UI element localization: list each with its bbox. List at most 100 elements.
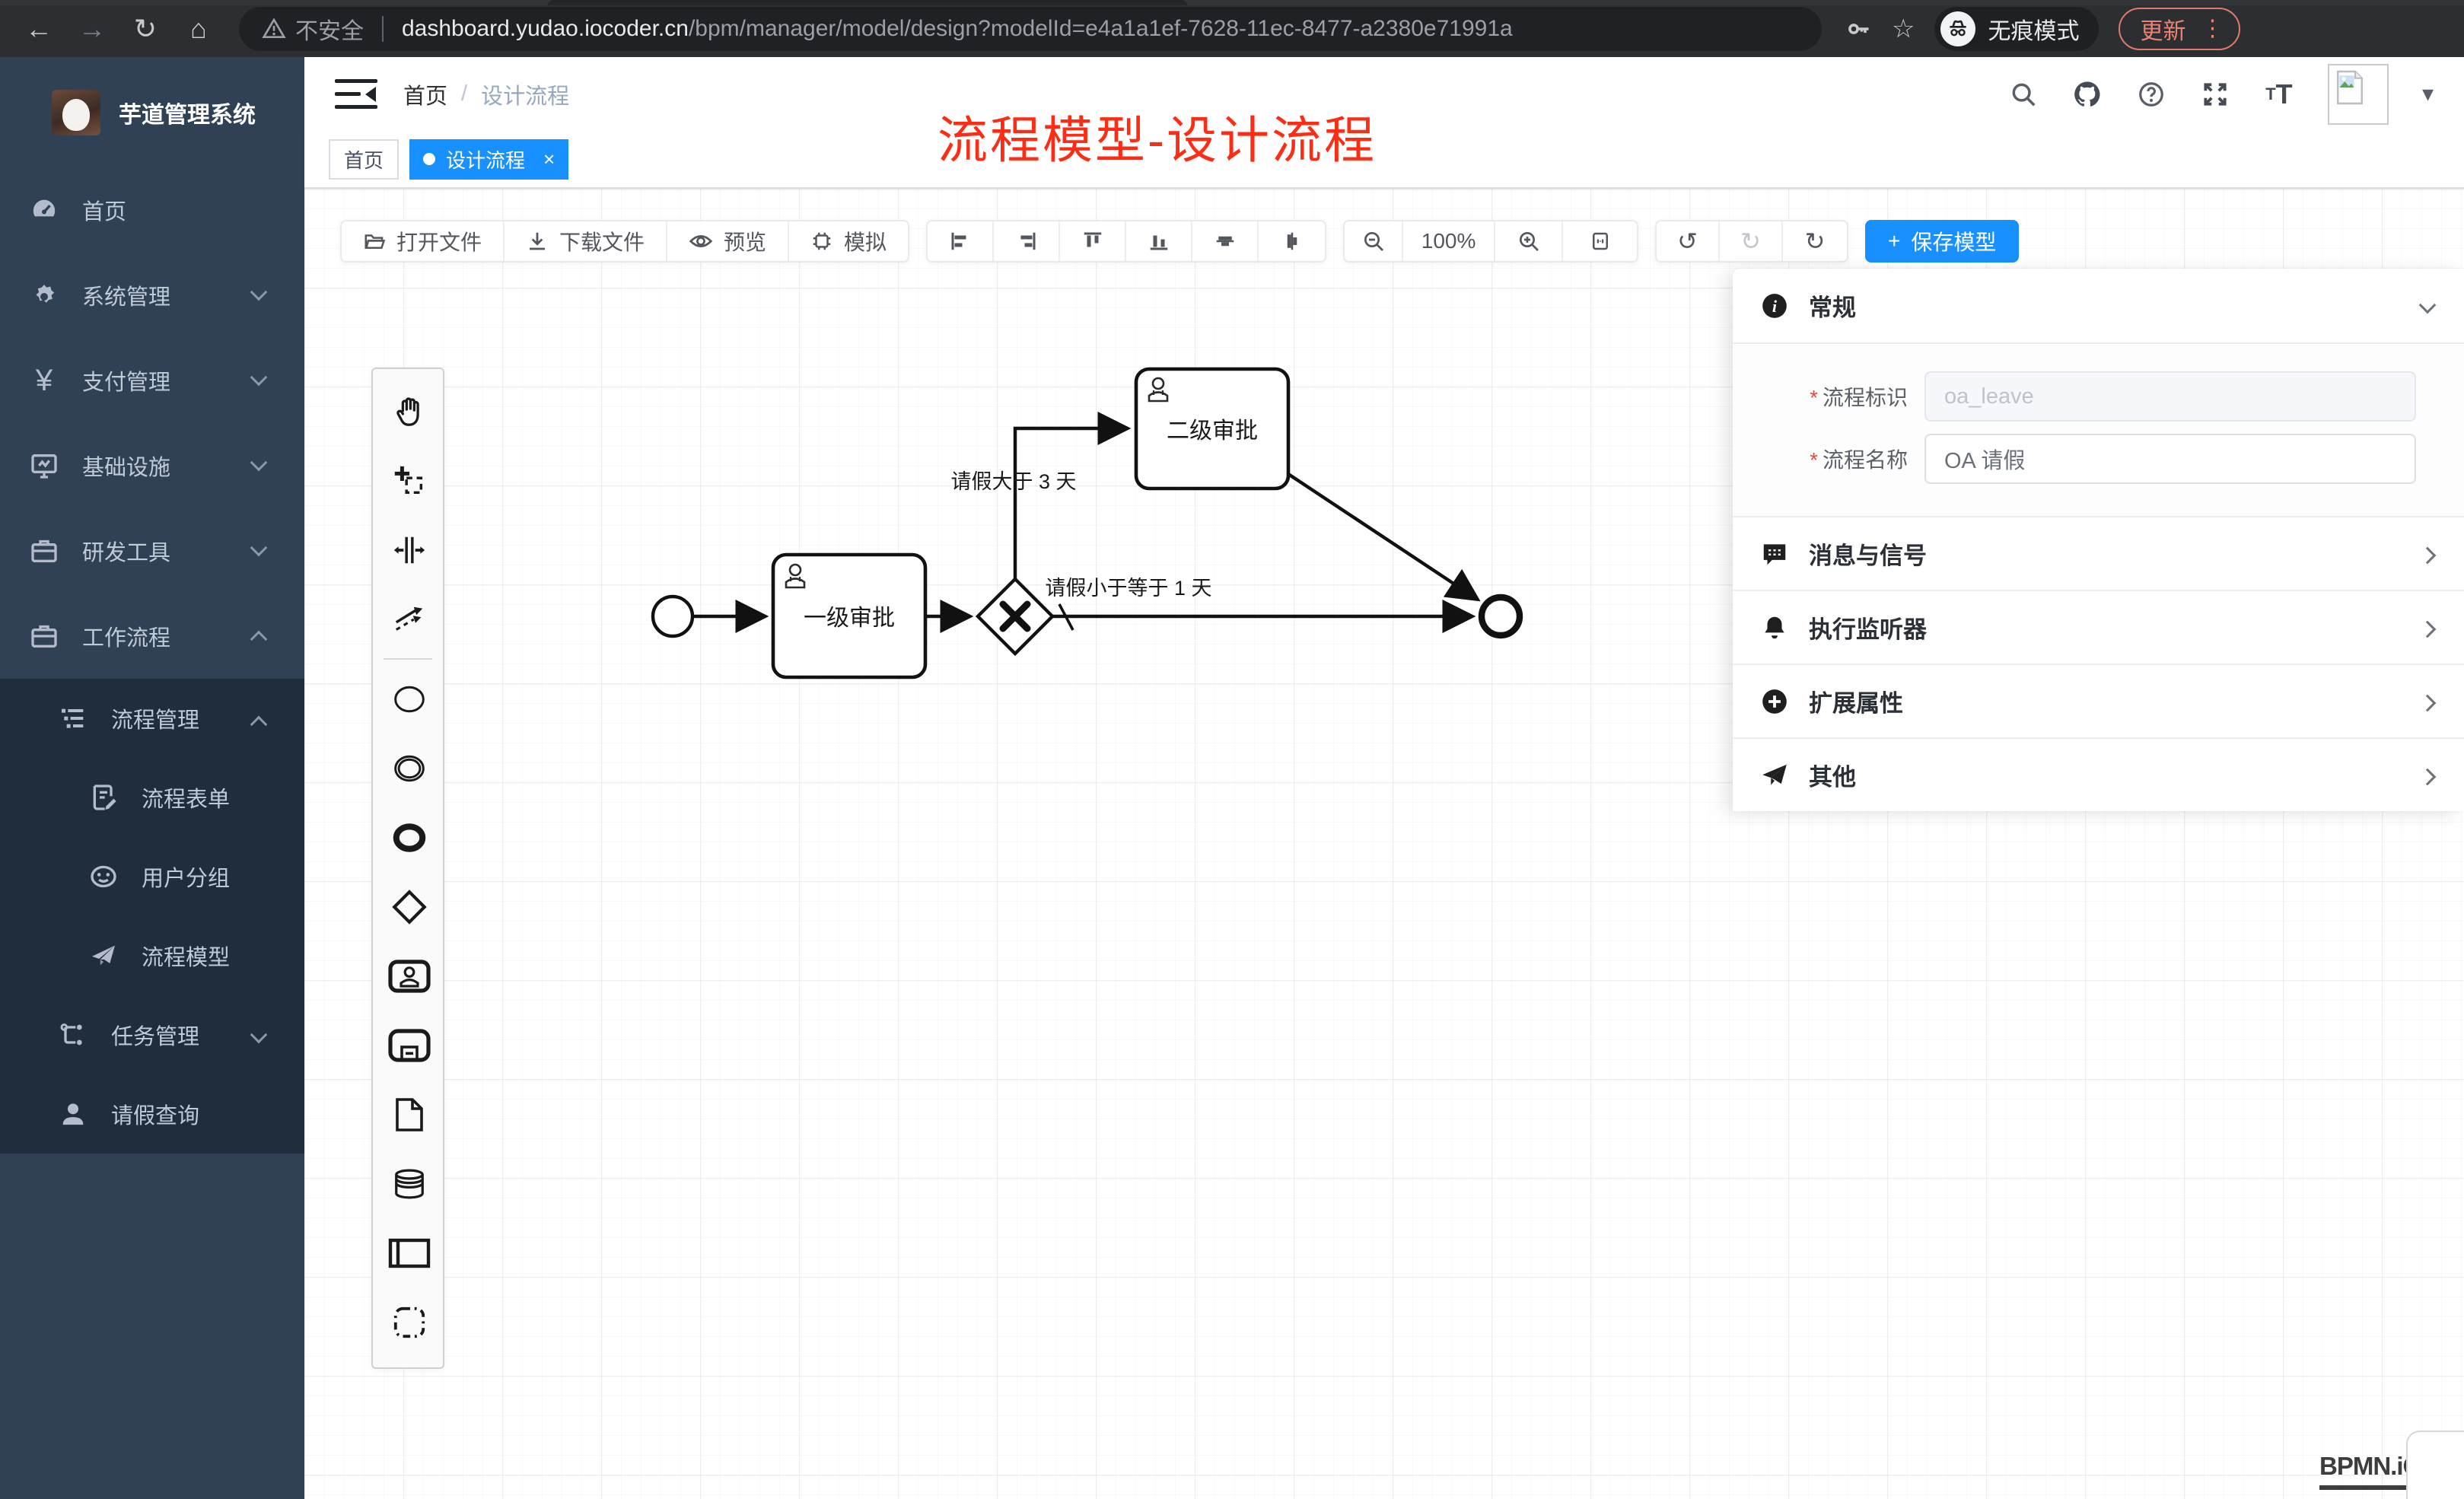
align-left-button[interactable]	[928, 221, 994, 261]
user-task-tool[interactable]	[373, 941, 446, 1010]
avatar-dropdown-icon[interactable]: ▾	[2422, 81, 2434, 107]
sidebar-item-task-mgmt[interactable]: 任务管理	[0, 995, 304, 1074]
section-execution-listener[interactable]: 执行监听器	[1733, 590, 2464, 664]
bookmark-star-icon[interactable]: ☆	[1892, 14, 1915, 44]
sidebar-item-infra[interactable]: 基础设施	[0, 423, 304, 508]
zoom-out-button[interactable]	[1345, 221, 1403, 261]
tab-design-process[interactable]: 设计流程 ×	[409, 139, 568, 180]
chevron-down-icon	[250, 369, 268, 387]
svg-text:i: i	[1772, 296, 1778, 315]
sidebar-item-process-model[interactable]: 流程模型	[0, 916, 304, 995]
restart-button[interactable]: ↻	[1783, 221, 1847, 261]
chevron-right-icon	[2419, 547, 2437, 565]
open-file-button[interactable]: 打开文件	[342, 221, 505, 261]
browser-update-button[interactable]: 更新 ⋮	[2119, 8, 2240, 50]
chip-icon	[810, 230, 833, 253]
redo-button[interactable]: ↻	[1720, 221, 1783, 261]
minimap-toggle[interactable]	[2406, 1431, 2464, 1499]
download-file-button[interactable]: 下载文件	[505, 221, 667, 261]
browser-reload-icon[interactable]: ↻	[119, 13, 172, 45]
space-tool-icon[interactable]	[373, 515, 446, 584]
global-connect-icon[interactable]	[373, 584, 446, 654]
hand-tool-icon[interactable]	[373, 377, 446, 446]
avatar[interactable]	[2328, 64, 2389, 125]
save-model-button[interactable]: + 保存模型	[1865, 220, 2019, 263]
subprocess-tool[interactable]	[373, 1010, 446, 1080]
align-middle-button[interactable]	[1192, 221, 1259, 261]
search-icon[interactable]	[2008, 79, 2039, 110]
data-object-tool[interactable]	[373, 1080, 446, 1149]
sidebar-item-payment[interactable]: ¥ 支付管理	[0, 338, 304, 423]
section-other[interactable]: 其他	[1733, 737, 2464, 811]
user-task-level2[interactable]: 二级审批	[1136, 369, 1288, 489]
help-icon[interactable]	[2136, 79, 2166, 110]
update-label: 更新	[2140, 12, 2185, 46]
sidebar-item-process-form[interactable]: 流程表单	[0, 758, 304, 837]
lasso-tool-icon[interactable]	[373, 446, 446, 515]
flow-task2-to-end[interactable]	[1288, 474, 1478, 600]
browser-forward-icon[interactable]: →	[65, 13, 119, 45]
section-message-signal[interactable]: 消息与信号	[1733, 516, 2464, 590]
chevron-down-icon	[250, 454, 268, 472]
browser-back-icon[interactable]: ←	[12, 13, 65, 45]
start-event[interactable]	[653, 597, 692, 636]
github-icon[interactable]	[2072, 79, 2103, 110]
flow-label-gt3[interactable]: 请假大于 3 天	[950, 470, 1076, 493]
fullscreen-icon[interactable]	[2200, 79, 2230, 110]
plus-icon: +	[1888, 229, 1900, 253]
breadcrumb-home[interactable]: 首页	[403, 78, 447, 110]
bpmn-canvas[interactable]: 打开文件 下载文件 预览 模拟	[304, 189, 2464, 1499]
tab-home[interactable]: 首页	[329, 139, 399, 180]
section-general-header[interactable]: i 常规	[1733, 269, 2464, 342]
preview-button[interactable]: 预览	[667, 221, 789, 261]
align-bottom-button[interactable]	[1126, 221, 1192, 261]
sidebar-item-devtools[interactable]: 研发工具	[0, 508, 304, 594]
browser-menu-icon[interactable]: ⋮	[2201, 15, 2224, 42]
data-store-tool[interactable]	[373, 1149, 446, 1218]
password-key-icon[interactable]	[1845, 15, 1872, 43]
end-event-tool[interactable]	[373, 803, 446, 872]
end-event[interactable]	[1482, 597, 1520, 635]
folder-icon	[363, 230, 386, 253]
sidebar-item-process-mgmt[interactable]: 流程管理	[0, 679, 304, 758]
process-name-input[interactable]	[1924, 434, 2416, 484]
align-right-button[interactable]	[994, 221, 1060, 261]
sidebar-item-leave-query[interactable]: 请假查询	[0, 1074, 304, 1154]
section-extended-attrs[interactable]: 扩展属性	[1733, 664, 2464, 737]
general-fields: *流程标识 *流程名称	[1733, 344, 2464, 516]
sidebar-item-system[interactable]: 系统管理	[0, 253, 304, 338]
zoom-in-button[interactable]	[1495, 221, 1563, 261]
flow-label-le1[interactable]: 请假小于等于 1 天	[1045, 577, 1211, 600]
chevron-down-icon	[250, 284, 268, 301]
sidebar-item-user-group[interactable]: 用户分组	[0, 837, 304, 916]
address-bar[interactable]: 不安全 dashboard.yudao.iocoder.cn/bpm/manag…	[239, 7, 1822, 51]
align-top-button[interactable]	[1060, 221, 1126, 261]
zoom-level[interactable]: 100%	[1403, 221, 1495, 261]
url-path: /bpm/manager/model/design?modelId=e4a1a1…	[689, 16, 1513, 42]
simulate-button[interactable]: 模拟	[789, 221, 908, 261]
user-task-level1[interactable]: 一级审批	[773, 555, 925, 677]
sidebar-item-home[interactable]: 首页	[0, 167, 304, 253]
exclusive-gateway[interactable]	[978, 579, 1052, 654]
flow-gateway-to-task2[interactable]	[1015, 428, 1128, 579]
gateway-tool[interactable]	[373, 872, 446, 941]
intermediate-event-tool[interactable]	[373, 734, 446, 803]
browser-home-icon[interactable]: ⌂	[172, 13, 225, 45]
zoom-reset-button[interactable]	[1563, 221, 1637, 261]
sidebar-item-label: 流程模型	[142, 940, 230, 972]
group-tool[interactable]	[373, 1287, 446, 1357]
app-logo-row[interactable]: 芋道管理系统	[0, 57, 304, 167]
sidebar-item-workflow[interactable]: 工作流程	[0, 594, 304, 679]
participant-pool-tool[interactable]	[373, 1218, 446, 1287]
security-warning[interactable]: 不安全	[262, 12, 364, 46]
align-center-button[interactable]	[1259, 221, 1325, 261]
bpmn-diagram[interactable]: 一级审批 二级审批 请假大于 3 天 请假小于等于 1 天	[624, 327, 1613, 723]
tab-close-icon[interactable]: ×	[543, 148, 555, 171]
sidebar-collapse-icon[interactable]	[335, 78, 377, 111]
button-label: 下载文件	[559, 226, 645, 256]
font-size-icon[interactable]: TT	[2264, 79, 2294, 110]
undo-button[interactable]: ↺	[1657, 221, 1720, 261]
section-label: 常规	[1809, 288, 1856, 323]
process-key-input[interactable]	[1924, 371, 2416, 422]
start-event-tool[interactable]	[373, 664, 446, 734]
